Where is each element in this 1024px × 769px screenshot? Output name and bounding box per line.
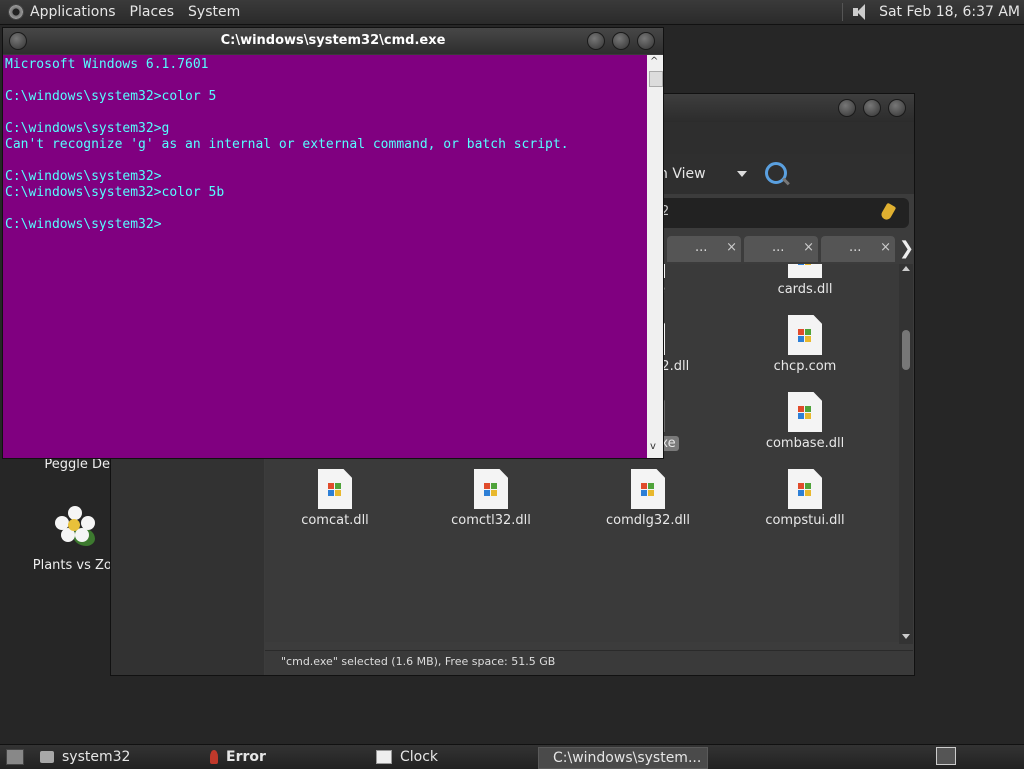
- tab-close-icon[interactable]: ×: [880, 240, 891, 255]
- maximize-button[interactable]: [863, 99, 881, 117]
- menu-places[interactable]: Places: [130, 4, 175, 20]
- tab[interactable]: ... ×: [667, 236, 741, 262]
- error-icon: [210, 750, 218, 764]
- panel-clock[interactable]: Sat Feb 18, 6:37 AM: [879, 4, 1020, 20]
- tab-label: ...: [695, 240, 708, 255]
- file-name: comdlg32.dll: [605, 513, 691, 528]
- gnome-logo-icon[interactable]: [8, 4, 24, 20]
- taskbar-item-label: Clock: [400, 749, 439, 765]
- cmd-titlebar[interactable]: C:\windows\system32\cmd.exe: [3, 28, 663, 54]
- close-button[interactable]: [637, 32, 655, 50]
- executable-file-icon: [318, 469, 352, 509]
- file-item[interactable]: combase.dll: [735, 392, 875, 451]
- desktop-icon-label: Plants vs Zor: [32, 558, 118, 573]
- cmd-title: C:\windows\system32\cmd.exe: [220, 33, 446, 48]
- executable-file-icon: [631, 469, 665, 509]
- executable-file-icon: [788, 315, 822, 355]
- file-name: cards.dll: [777, 282, 833, 297]
- file-name: chcp.com: [773, 359, 837, 374]
- tab-close-icon[interactable]: ×: [726, 240, 737, 255]
- view-mode-select[interactable]: n View: [659, 166, 706, 182]
- minimize-button[interactable]: [587, 32, 605, 50]
- taskbar-item-system32[interactable]: system32: [34, 747, 136, 767]
- taskbar-item-error[interactable]: Error: [204, 747, 272, 767]
- menu-applications[interactable]: Applications: [30, 4, 116, 20]
- menu-system[interactable]: System: [188, 4, 240, 20]
- file-item[interactable]: cards.dll: [735, 264, 875, 297]
- console-text: Microsoft Windows 6.1.7601 C:\windows\sy…: [5, 57, 569, 232]
- panel-separator: [842, 3, 844, 21]
- search-icon[interactable]: [765, 162, 787, 184]
- chevron-down-icon[interactable]: [737, 171, 747, 177]
- taskbar-item-cmd[interactable]: C:\windows\system...: [538, 747, 708, 769]
- console-scrollbar[interactable]: ^ v: [647, 55, 663, 458]
- scroll-up-icon[interactable]: [902, 266, 910, 271]
- file-item[interactable]: comdlg32.dll: [578, 469, 718, 528]
- scroll-thumb[interactable]: [649, 71, 663, 87]
- show-desktop-icon[interactable]: [6, 749, 24, 765]
- taskbar-item-clock[interactable]: Clock: [370, 747, 444, 767]
- file-name: combase.dll: [765, 436, 845, 451]
- file-item[interactable]: comctl32.dll: [421, 469, 561, 528]
- console-output[interactable]: Microsoft Windows 6.1.7601 C:\windows\sy…: [3, 55, 647, 458]
- scroll-down-icon[interactable]: [902, 634, 910, 639]
- clock-icon: [376, 750, 392, 764]
- top-panel: Applications Places System Sat Feb 18, 6…: [0, 0, 1024, 25]
- scrollbar[interactable]: [899, 264, 913, 644]
- status-bar: "cmd.exe" selected (1.6 MB), Free space:…: [265, 650, 913, 675]
- file-item[interactable]: comcat.dll: [265, 469, 405, 528]
- scroll-thumb[interactable]: [902, 330, 910, 370]
- executable-file-icon: [788, 264, 822, 278]
- desktop-icon-plants-vs-zombies[interactable]: Plants vs Zor: [30, 506, 120, 573]
- tab-label: ...: [772, 240, 785, 255]
- file-name: comctl32.dll: [451, 513, 531, 528]
- sunflower-icon: [55, 506, 95, 546]
- bottom-panel: system32 Error Clock C:\windows\system..…: [0, 744, 1024, 769]
- workspace-switcher[interactable]: [936, 747, 956, 765]
- executable-file-icon: [474, 469, 508, 509]
- file-name: compstui.dll: [765, 513, 845, 528]
- tab[interactable]: ... ×: [744, 236, 818, 262]
- executable-file-icon: [788, 469, 822, 509]
- file-name: comcat.dll: [301, 513, 369, 528]
- maximize-button[interactable]: [612, 32, 630, 50]
- tab-label: ...: [849, 240, 862, 255]
- taskbar-item-label: Error: [226, 749, 266, 765]
- tab[interactable]: ... ×: [821, 236, 895, 262]
- minimize-button[interactable]: [838, 99, 856, 117]
- tab-close-icon[interactable]: ×: [803, 240, 814, 255]
- clear-icon[interactable]: [879, 202, 897, 222]
- folder-icon: [40, 751, 54, 763]
- file-manager-sidebar: [111, 456, 264, 675]
- taskbar-item-label: system32: [62, 749, 131, 765]
- scroll-up-icon[interactable]: ^: [650, 56, 658, 67]
- scroll-down-icon[interactable]: v: [650, 441, 656, 452]
- panel-tray: Sat Feb 18, 6:37 AM: [834, 0, 1020, 24]
- close-button[interactable]: [888, 99, 906, 117]
- status-text: "cmd.exe" selected (1.6 MB), Free space:…: [281, 655, 556, 668]
- file-item[interactable]: chcp.com: [735, 315, 875, 374]
- cmd-window: C:\windows\system32\cmd.exe Microsoft Wi…: [2, 27, 664, 459]
- taskbar-item-label: C:\windows\system...: [553, 750, 702, 766]
- file-item[interactable]: compstui.dll: [735, 469, 875, 528]
- tabs-scroll-right-icon[interactable]: ❯: [899, 238, 914, 259]
- volume-icon[interactable]: [851, 3, 871, 21]
- executable-file-icon: [788, 392, 822, 432]
